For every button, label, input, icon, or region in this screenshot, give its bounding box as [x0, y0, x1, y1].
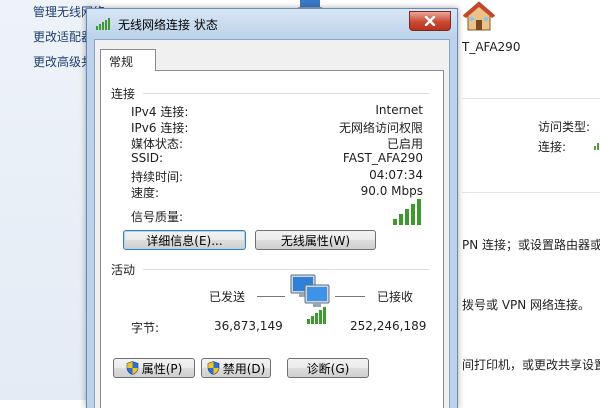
connection-label: 连接: — [538, 140, 567, 154]
ssid-value: FAST_AFA290 — [342, 151, 423, 165]
bg-snippet-vpn: PN 连接；或设置路由器或 — [462, 238, 600, 252]
received-label: 已接收 — [377, 290, 414, 304]
bytes-sent-value: 36,873,149 — [214, 319, 283, 333]
home-network-icon — [462, 1, 496, 31]
signal-mini-icon — [594, 143, 599, 150]
activity-heading: 活动 — [111, 263, 136, 277]
properties-button-label: 属性(P) — [141, 361, 183, 376]
bytes-label: 字节: — [131, 321, 160, 335]
tab-general[interactable]: 常规 — [100, 49, 156, 71]
dialog-client-area: 常规 连接 IPv4 连接: Internet IPv6 连接: 无网络访问权限… — [94, 39, 450, 408]
close-icon — [424, 16, 436, 26]
disable-button-label: 禁用(D) — [222, 361, 266, 376]
wireless-status-dialog: 无线网络连接 状态 常规 连接 IPv4 连接: Internet IPv6 连… — [86, 8, 458, 408]
wireless-signal-icon — [96, 18, 110, 30]
network-activity-icon — [290, 274, 330, 324]
signal-quality-label: 信号质量: — [131, 210, 184, 224]
signal-bar — [411, 204, 415, 225]
signal-bar — [417, 199, 421, 225]
duration-value: 04:07:34 — [369, 168, 423, 182]
control-panel-sidebar: 管理无线网络 更改适配器 更改高级共 — [0, 0, 105, 400]
connection-heading: 连接 — [111, 87, 136, 101]
media-state-label: 媒体状态: — [131, 137, 184, 151]
bytes-received-value: 252,246,189 — [350, 319, 427, 333]
duration-label: 持续时间: — [131, 170, 184, 184]
ipv4-label: IPv4 连接: — [131, 105, 189, 119]
signal-bar — [405, 209, 409, 225]
disable-button[interactable]: 禁用(D) — [201, 358, 271, 378]
close-button[interactable] — [409, 11, 451, 31]
wireless-properties-button[interactable]: 无线属性(W) — [255, 230, 376, 250]
uac-shield-icon — [126, 361, 138, 375]
network-name: T_AFA290 — [462, 40, 521, 54]
uac-shield-icon — [207, 361, 219, 375]
dialog-title: 无线网络连接 状态 — [118, 18, 218, 32]
diagnose-button[interactable]: 诊断(G) — [287, 358, 369, 378]
ipv4-value: Internet — [375, 103, 423, 117]
signal-quality-icon — [393, 199, 421, 225]
general-tab-panel: 连接 IPv4 连接: Internet IPv6 连接: 无网络访问权限 媒体… — [100, 70, 444, 408]
signal-bar — [399, 214, 403, 225]
sent-label: 已发送 — [209, 290, 246, 304]
ipv6-label: IPv6 连接: — [131, 121, 189, 135]
ipv6-value: 无网络访问权限 — [338, 121, 423, 135]
speed-value: 90.0 Mbps — [360, 184, 423, 198]
details-button[interactable]: 详细信息(E)... — [123, 230, 246, 250]
tab-general-label: 常规 — [109, 55, 134, 69]
dialog-titlebar[interactable]: 无线网络连接 状态 — [87, 9, 457, 37]
signal-bar — [393, 219, 397, 225]
bg-snippet-sharing: 间打印机，或更改共享设置 — [462, 358, 600, 372]
properties-button[interactable]: 属性(P) — [113, 358, 195, 378]
access-type-label: 访问类型: — [538, 120, 591, 134]
bg-snippet-dialup: 拨号或 VPN 网络连接。 — [462, 298, 591, 312]
speed-label: 速度: — [131, 186, 160, 200]
media-state-value: 已启用 — [386, 137, 423, 151]
sidebar-link-change-adapter[interactable]: 更改适配器 — [33, 28, 93, 45]
sidebar-link-change-advanced[interactable]: 更改高级共 — [33, 53, 93, 70]
ssid-label: SSID: — [131, 151, 164, 165]
